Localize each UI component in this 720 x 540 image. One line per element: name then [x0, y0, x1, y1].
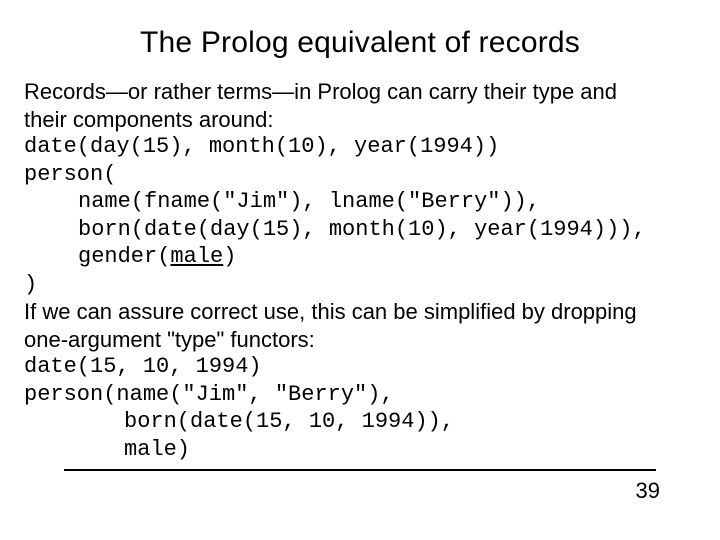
- code-date-full: date(day(15), month(10), year(1994)): [24, 133, 696, 161]
- code-person-simple-1: person(name("Jim", "Berry"),: [24, 381, 696, 409]
- code-gender: gender(male): [24, 243, 696, 271]
- footer-rule: [64, 469, 656, 471]
- slide: The Prolog equivalent of records Records…: [0, 0, 720, 540]
- code-gender-post: ): [223, 244, 236, 269]
- intro-line-2: their components around:: [24, 106, 696, 134]
- mid-line-2: one-argument "type" functors:: [24, 326, 696, 354]
- code-gender-pre: gender(: [78, 244, 170, 269]
- code-name: name(fname("Jim"), lname("Berry")),: [24, 188, 696, 216]
- mid-line-1: If we can assure correct use, this can b…: [24, 298, 696, 326]
- code-gender-male: male: [170, 244, 223, 269]
- code-date-simple: date(15, 10, 1994): [24, 353, 696, 381]
- slide-title: The Prolog equivalent of records: [24, 26, 696, 60]
- page-number: 39: [636, 478, 660, 504]
- code-person-simple-2: born(date(15, 10, 1994)),: [24, 408, 696, 436]
- code-person-close: ): [24, 271, 696, 299]
- code-born: born(date(day(15), month(10), year(1994)…: [24, 216, 696, 244]
- intro-line-1: Records—or rather terms—in Prolog can ca…: [24, 78, 696, 106]
- slide-body: Records—or rather terms—in Prolog can ca…: [24, 78, 696, 463]
- code-person-simple-3: male): [24, 436, 696, 464]
- code-person-open: person(: [24, 161, 696, 189]
